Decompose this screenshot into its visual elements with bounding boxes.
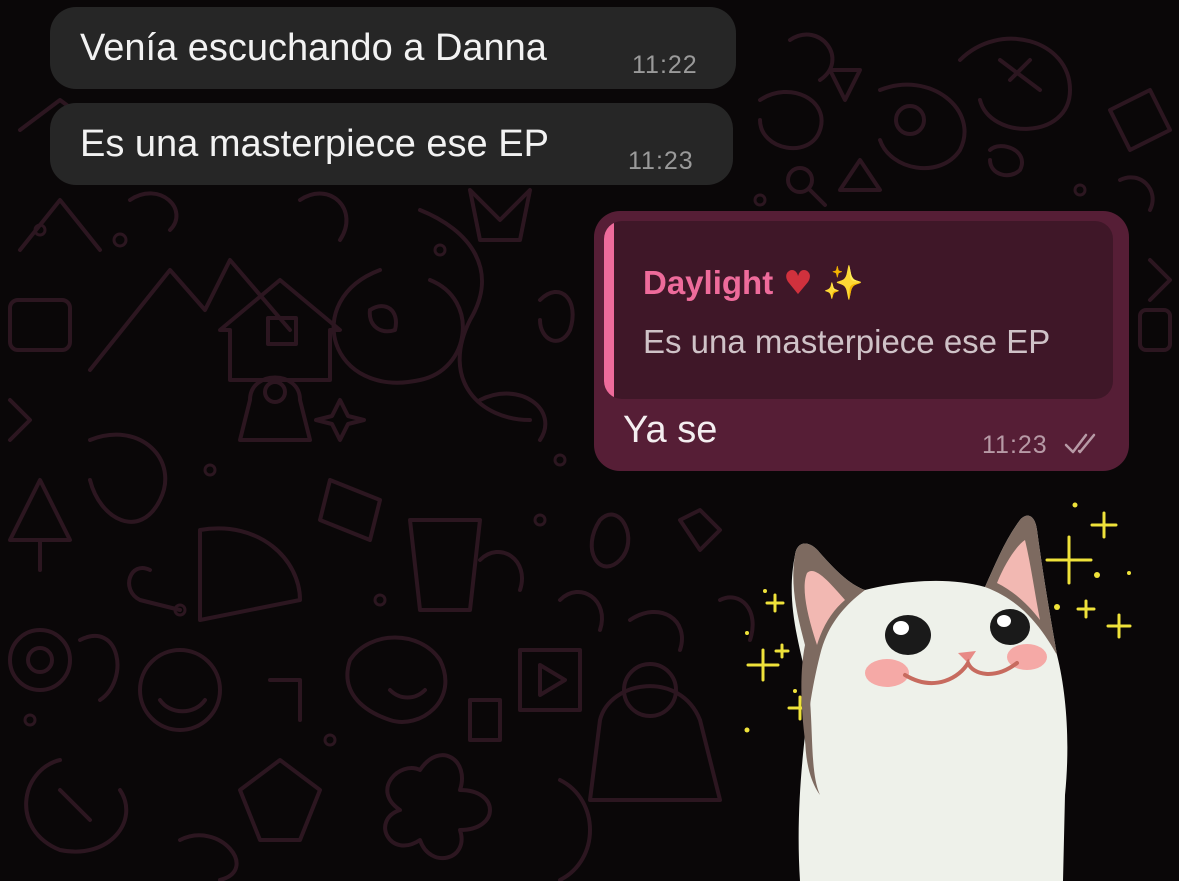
message-time: 11:23 bbox=[628, 147, 694, 175]
message-text: Ya se bbox=[623, 409, 718, 451]
incoming-message[interactable]: Es una masterpiece ese EP 11:23 bbox=[50, 103, 733, 185]
message-text: Venía escuchando a Danna bbox=[80, 27, 547, 69]
sparkles-icon: ✨ bbox=[822, 263, 864, 302]
message-text: Es una masterpiece ese EP bbox=[80, 123, 549, 165]
reply-quote-bar bbox=[604, 221, 614, 399]
reply-quote-sender: Daylight ♥ ✨ bbox=[643, 263, 864, 303]
reply-quote-text: Es una masterpiece ese EP bbox=[643, 323, 1051, 360]
reply-quote-sender-name: Daylight bbox=[643, 264, 774, 301]
read-receipt-icon bbox=[1064, 433, 1096, 454]
message-time: 11:22 bbox=[632, 51, 698, 79]
outgoing-message[interactable]: Daylight ♥ ✨ Es una masterpiece ese EP Ya … bbox=[594, 211, 1129, 471]
anatomical-heart-icon: ♥ bbox=[783, 263, 813, 302]
message-time: 11:23 bbox=[982, 431, 1048, 459]
cat-sticker[interactable] bbox=[735, 495, 1179, 881]
chat-view: Venía escuchando a Danna 11:22 Es una ma… bbox=[0, 0, 1179, 881]
incoming-message[interactable]: Venía escuchando a Danna 11:22 bbox=[50, 7, 736, 89]
reply-quote[interactable]: Daylight ♥ ✨ Es una masterpiece ese EP bbox=[604, 221, 1113, 399]
